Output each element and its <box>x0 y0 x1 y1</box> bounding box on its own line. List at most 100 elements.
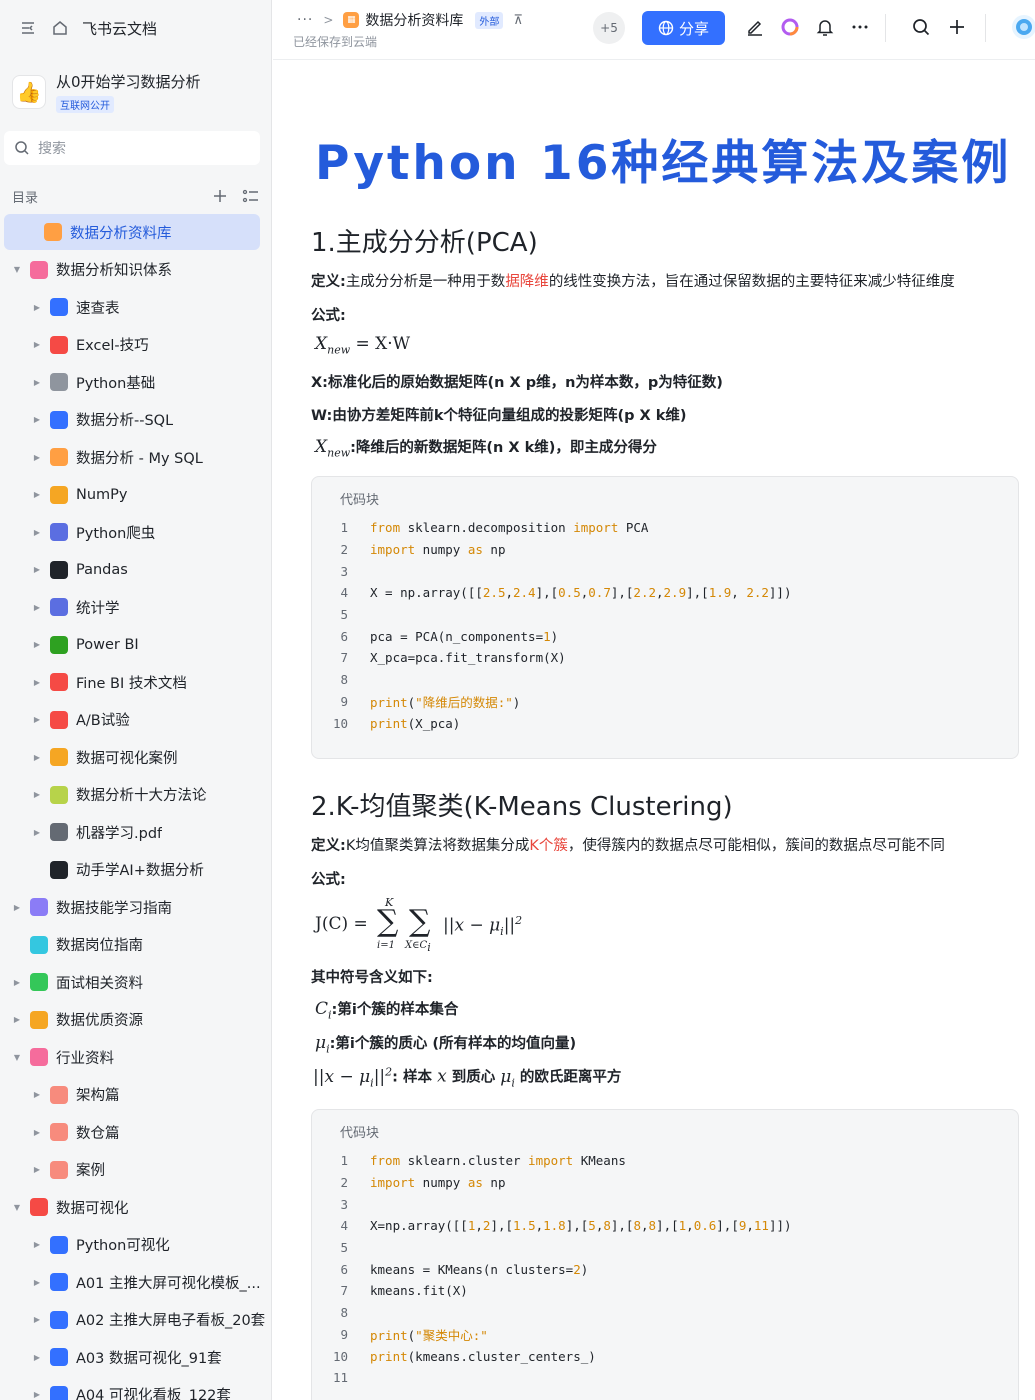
sidebar-item[interactable]: ▶ Pandas <box>0 552 271 588</box>
sidebar-item[interactable]: ▶ Fine BI 技术文档 <box>0 664 271 700</box>
code-text: import numpy as np <box>370 1175 506 1191</box>
sidebar-item[interactable]: ▶ 数据分析--SQL <box>0 402 271 438</box>
sidebar-item[interactable]: ▶ A04 可视化看板_122套 <box>0 1377 271 1400</box>
sidebar-item[interactable]: ▶ A03 数据可视化_91套 <box>0 1339 271 1375</box>
sidebar-item[interactable]: ▶ 数据优质资源 <box>0 1002 271 1038</box>
chevron-right-icon[interactable]: ▶ <box>32 1353 42 1362</box>
chevron-right-icon[interactable]: ▶ <box>32 753 42 762</box>
code-line: 4 X = np.array([[2.5,2.4],[0.5,0.7],[2.2,… <box>312 582 1018 604</box>
code-text: print("降维后的数据:") <box>370 694 521 710</box>
chevron-right-icon[interactable]: ▶ <box>32 790 42 799</box>
chevron-right-icon[interactable]: ▶ <box>32 1128 42 1137</box>
tree-options-icon[interactable] <box>242 188 260 204</box>
bell-icon[interactable] <box>814 16 836 38</box>
share-button[interactable]: 分享 <box>642 11 725 45</box>
chevron-right-icon[interactable]: ▶ <box>32 828 42 837</box>
sidebar-item[interactable]: ▶ 机器学习.pdf <box>0 814 271 850</box>
space-header[interactable]: 👍 从0开始学习数据分析 互联网公开 <box>12 68 262 116</box>
user-avatar-icon[interactable] <box>1011 15 1035 39</box>
chevron-right-icon[interactable]: ▶ <box>32 340 42 349</box>
chevron-right-icon[interactable]: ▶ <box>32 1240 42 1249</box>
code-block-pca[interactable]: 代码块 1 from sklearn.decomposition import P… <box>311 476 1019 759</box>
definition-text: ，使得簇内的数据点尽可能相似，簇间的数据点尽可能不同 <box>567 838 945 854</box>
doc-icon <box>30 1198 48 1216</box>
sidebar-item[interactable]: ▶ Python可视化 <box>0 1227 271 1263</box>
chevron-down-icon[interactable]: ▼ <box>12 1203 22 1212</box>
sidebar-item[interactable]: ▶ 数据可视化案例 <box>0 739 271 775</box>
toolbar-divider <box>985 14 986 42</box>
chevron-right-icon[interactable]: ▶ <box>32 1165 42 1174</box>
line-number: 4 <box>340 585 348 601</box>
sidebar-item-label: 数据分析十大方法论 <box>76 788 207 804</box>
plus-icon[interactable] <box>946 16 968 38</box>
search-input[interactable]: 搜索 <box>4 131 260 165</box>
sidebar-item[interactable]: ▶ 架构篇 <box>0 1077 271 1113</box>
sidebar-item[interactable]: ▶ 数据技能学习指南 <box>0 889 271 925</box>
sidebar-item[interactable]: ▶ 数据分析 - My SQL <box>0 439 271 475</box>
chevron-right-icon[interactable]: ▶ <box>12 903 22 912</box>
chevron-right-icon[interactable]: ▶ <box>32 453 42 462</box>
sidebar-item[interactable]: 动手学AI+数据分析 <box>0 852 271 888</box>
chevron-right-icon[interactable]: ▶ <box>32 490 42 499</box>
chevron-down-icon[interactable]: ▼ <box>12 1053 22 1062</box>
mu-text: :第i个簇的质心 (所有样本的均值向量) <box>329 1036 577 1052</box>
more-breadcrumb-icon[interactable]: ··· <box>297 12 313 28</box>
breadcrumb-current[interactable]: 数据分析资料库 <box>365 10 463 30</box>
more-icon[interactable] <box>849 16 871 38</box>
chevron-down-icon[interactable]: ▼ <box>12 265 22 274</box>
kmeans-definition: 定义:K均值聚类算法将数据集分成K个簇，使得簇内的数据点尽可能相似，簇间的数据点… <box>311 834 945 855</box>
sidebar-item[interactable]: ▶ 统计学 <box>0 589 271 625</box>
chevron-right-icon[interactable]: ▶ <box>32 1390 42 1399</box>
code-line: 10 print(kmeans.cluster_centers_) <box>312 1345 1018 1367</box>
add-icon[interactable] <box>212 188 228 204</box>
sidebar-item[interactable]: ▶ A01 主推大屏可视化模板_... <box>0 1264 271 1300</box>
sidebar-item[interactable]: 数据分析资料库 <box>4 214 260 250</box>
brand-name[interactable]: 飞书云文档 <box>82 18 157 39</box>
sidebar-item[interactable]: ▶ 数据分析十大方法论 <box>0 777 271 813</box>
ai-assistant-icon[interactable] <box>779 16 801 38</box>
chevron-right-icon[interactable]: ▶ <box>32 1090 42 1099</box>
chevron-right-icon[interactable]: ▶ <box>32 378 42 387</box>
sidebar-item[interactable]: ▶ Power BI <box>0 627 271 663</box>
sidebar-item[interactable]: ▶ A02 主推大屏电子看板_20套 <box>0 1302 271 1338</box>
collaborators-count[interactable]: +5 <box>593 12 625 44</box>
sidebar-item[interactable]: ▶ 数仓篇 <box>0 1114 271 1150</box>
chevron-right-icon[interactable]: ▶ <box>32 603 42 612</box>
chevron-right-icon[interactable]: ▶ <box>32 1278 42 1287</box>
code-text: kmeans = KMeans(n clusters=2) <box>370 1261 589 1277</box>
sidebar-item-label: 行业资料 <box>56 1050 114 1067</box>
sidebar-item[interactable]: ▶ Python基础 <box>0 364 271 400</box>
chevron-right-icon[interactable]: ▶ <box>32 1315 42 1324</box>
chevron-right-icon[interactable]: ▶ <box>32 565 42 574</box>
sidebar-item[interactable]: ▼ 行业资料 <box>0 1039 271 1075</box>
line-number: 5 <box>340 607 348 623</box>
chevron-right-icon[interactable]: ▶ <box>32 678 42 687</box>
sidebar-item[interactable]: ▶ 速查表 <box>0 289 271 325</box>
search-icon[interactable] <box>910 16 932 38</box>
code-block-kmeans[interactable]: 代码块 1 from sklearn.cluster import KMeans 2… <box>311 1109 1019 1400</box>
sidebar-item[interactable]: ▶ A/B试验 <box>0 702 271 738</box>
chevron-right-icon[interactable]: ▶ <box>12 1015 22 1024</box>
pin-icon[interactable]: ⊼ <box>513 13 523 28</box>
sidebar-item[interactable]: ▼ 数据分析知识体系 <box>0 252 271 288</box>
home-icon[interactable] <box>50 18 70 38</box>
chevron-right-icon[interactable]: ▶ <box>32 303 42 312</box>
sidebar-item-label: 数据可视化案例 <box>76 750 178 767</box>
sidebar-item[interactable]: 数据岗位指南 <box>0 927 271 963</box>
chevron-right-icon[interactable]: ▶ <box>32 640 42 649</box>
sidebar-item[interactable]: ▶ 面试相关资料 <box>0 964 271 1000</box>
chevron-right-icon[interactable]: ▶ <box>12 978 22 987</box>
sidebar-item[interactable]: ▶ NumPy <box>0 477 271 513</box>
chevron-right-icon[interactable]: ▶ <box>32 415 42 424</box>
dist-mu: μ <box>500 1066 512 1087</box>
edit-icon[interactable] <box>744 16 766 38</box>
chevron-right-icon[interactable]: ▶ <box>32 528 42 537</box>
chevron-right-icon[interactable]: ▶ <box>32 715 42 724</box>
sidebar-item[interactable]: ▶ Excel-技巧 <box>0 327 271 363</box>
sidebar-item[interactable]: ▶ 案例 <box>0 1152 271 1188</box>
line-number: 9 <box>340 693 348 709</box>
sidebar-item[interactable]: ▶ Python爬虫 <box>0 514 271 550</box>
sidebar-item-label: 数据技能学习指南 <box>56 900 172 917</box>
sidebar-item[interactable]: ▼ 数据可视化 <box>0 1189 271 1225</box>
collapse-sidebar-icon[interactable] <box>18 18 38 38</box>
